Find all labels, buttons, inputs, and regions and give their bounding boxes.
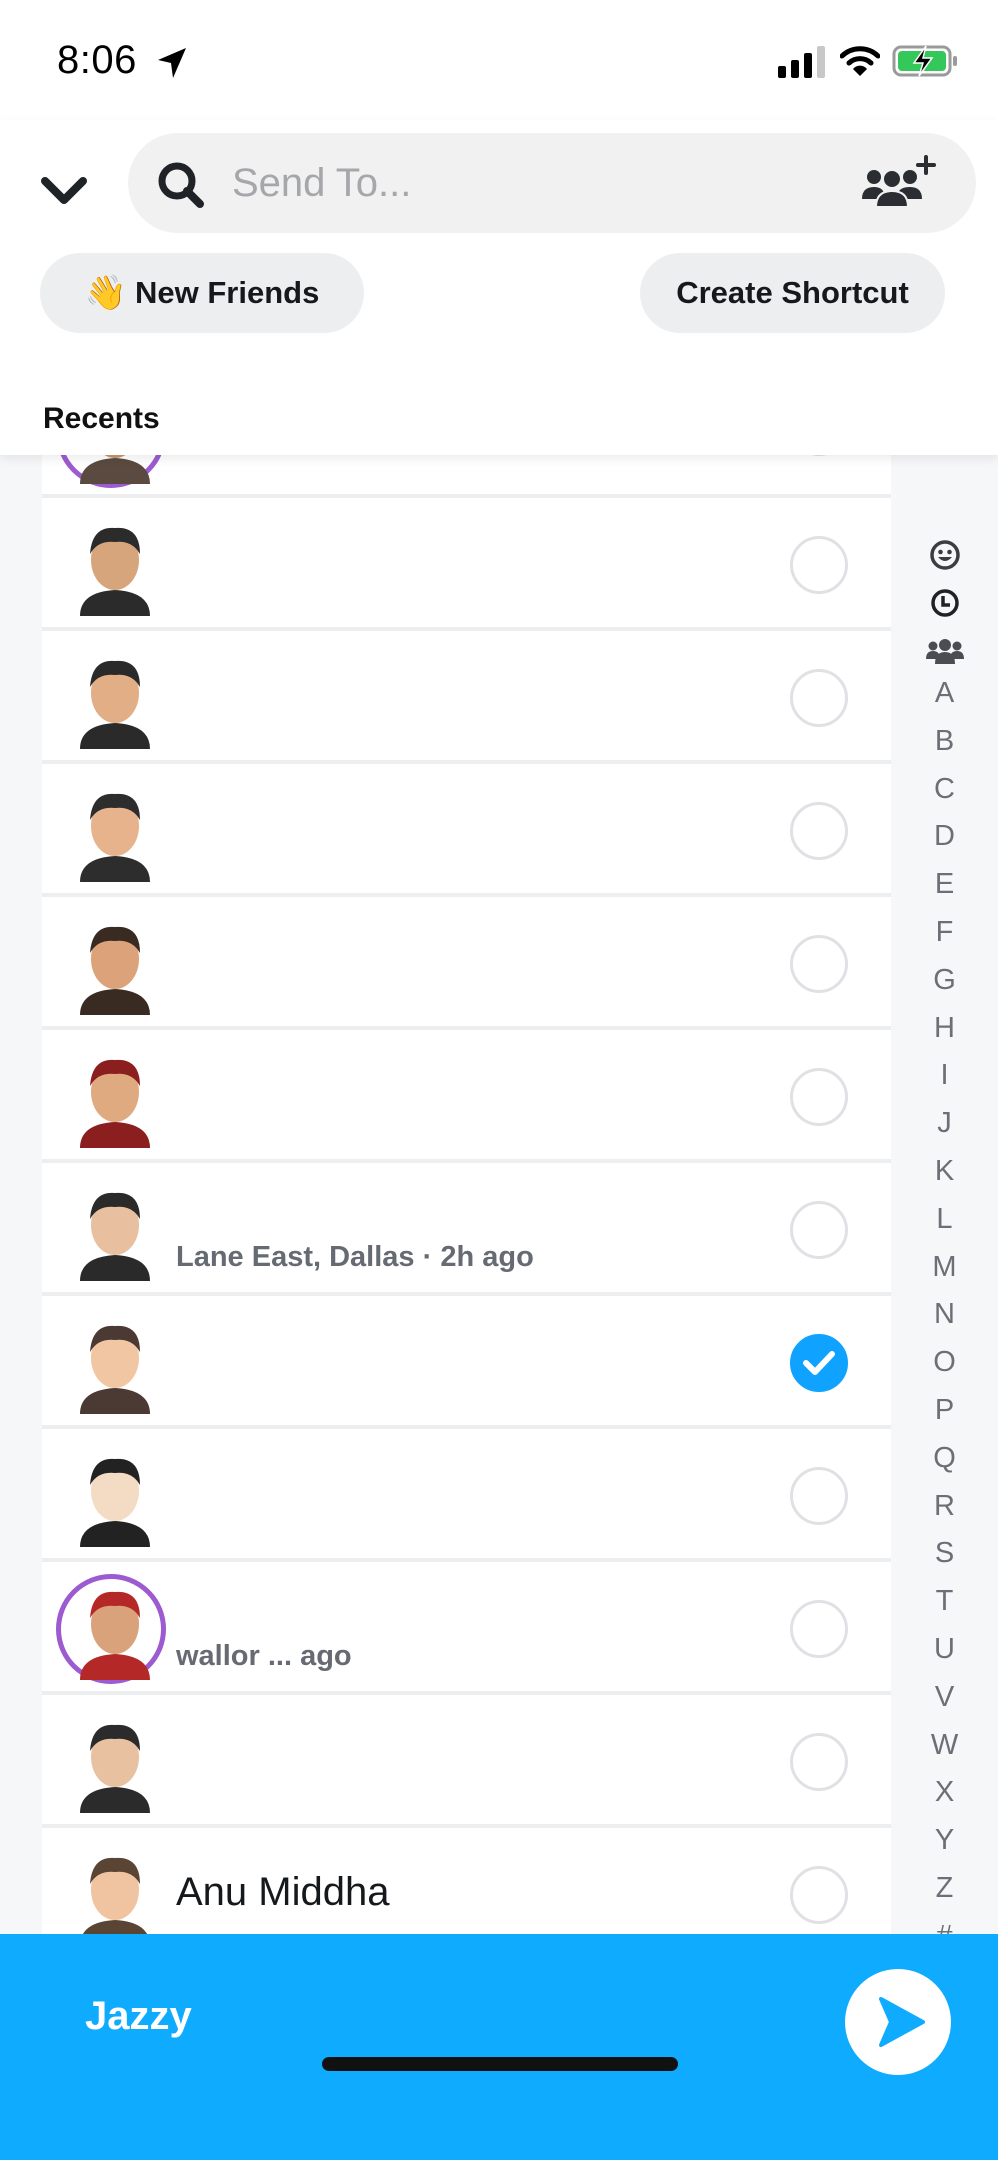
search-icon xyxy=(158,162,204,208)
contact-list: Lane East, Dallas · 2h ago wallor ... ago… xyxy=(42,378,891,1961)
contact-row[interactable]: Lane East, Dallas · 2h ago xyxy=(42,1163,891,1296)
create-shortcut-button[interactable]: Create Shortcut xyxy=(640,253,945,333)
bitmoji-avatar xyxy=(80,1059,150,1148)
bitmoji-avatar xyxy=(80,1724,150,1813)
location-arrow-icon xyxy=(158,48,186,78)
contact-row[interactable] xyxy=(42,1296,891,1429)
select-checkbox[interactable] xyxy=(790,1467,848,1525)
bitmoji-avatar xyxy=(80,527,150,616)
new-friends-button[interactable]: 👋 New Friends xyxy=(40,253,364,333)
search-input[interactable] xyxy=(232,151,832,215)
index-letter[interactable]: D xyxy=(891,820,998,853)
contact-row[interactable] xyxy=(42,897,891,1030)
index-letter[interactable]: Y xyxy=(891,1824,998,1857)
bitmoji-avatar xyxy=(80,1857,150,1946)
bitmoji-avatar xyxy=(80,1325,150,1414)
index-letter[interactable]: V xyxy=(891,1681,998,1714)
index-letter[interactable]: X xyxy=(891,1776,998,1809)
collapse-button[interactable] xyxy=(38,165,90,217)
create-shortcut-label: Create Shortcut xyxy=(676,275,909,310)
select-checkbox[interactable] xyxy=(790,1068,848,1126)
select-checkbox[interactable] xyxy=(790,1201,848,1259)
bitmoji-avatar xyxy=(80,1591,150,1680)
checkmark-icon xyxy=(803,1351,835,1375)
status-bar: 8:06 xyxy=(0,0,998,120)
select-checkbox[interactable] xyxy=(790,935,848,993)
bitmoji-avatar xyxy=(80,926,150,1015)
contact-row[interactable] xyxy=(42,764,891,897)
chevron-down-icon xyxy=(41,177,87,204)
index-letter[interactable]: E xyxy=(891,868,998,901)
contact-row[interactable] xyxy=(42,631,891,764)
index-letter[interactable]: B xyxy=(891,725,998,758)
contact-subtitle: Lane East, Dallas · 2h ago xyxy=(176,1241,534,1273)
search-bar[interactable] xyxy=(128,133,976,233)
select-checkbox[interactable] xyxy=(790,1600,848,1658)
index-letter[interactable]: I xyxy=(891,1059,998,1092)
groups-icon[interactable] xyxy=(925,635,965,667)
index-letter[interactable]: P xyxy=(891,1394,998,1427)
cellular-signal-icon xyxy=(778,46,825,78)
index-letter[interactable]: C xyxy=(891,773,998,806)
select-checkbox[interactable] xyxy=(790,802,848,860)
contact-row[interactable] xyxy=(42,1695,891,1828)
clock-icon[interactable] xyxy=(929,587,961,619)
index-letter[interactable]: N xyxy=(891,1298,998,1331)
bitmoji-avatar xyxy=(80,1458,150,1547)
wifi-icon xyxy=(840,46,880,76)
bitmoji-avatar xyxy=(80,1192,150,1281)
waving-hand-icon: 👋 xyxy=(84,274,127,312)
index-letter[interactable]: R xyxy=(891,1490,998,1523)
selected-recipients: Jazzy xyxy=(85,1994,192,2038)
select-checkbox[interactable] xyxy=(790,1866,848,1924)
alphabet-index[interactable]: ABCDEFGHIJKLMNOPQRSTUVWXYZ# xyxy=(891,455,998,1952)
header: 👋 New Friends Create Shortcut Recents xyxy=(0,120,998,455)
index-letter[interactable]: M xyxy=(891,1251,998,1284)
select-checkbox[interactable] xyxy=(790,669,848,727)
index-letter[interactable]: Z xyxy=(891,1872,998,1905)
index-letter[interactable]: U xyxy=(891,1633,998,1666)
contact-row[interactable] xyxy=(42,1429,891,1562)
index-letter[interactable]: Q xyxy=(891,1442,998,1475)
index-letter[interactable]: G xyxy=(891,964,998,997)
home-indicator xyxy=(322,2057,678,2071)
add-group-icon[interactable] xyxy=(860,155,938,213)
bitmoji-avatar xyxy=(80,660,150,749)
index-letter[interactable]: K xyxy=(891,1155,998,1188)
index-letter[interactable]: H xyxy=(891,1012,998,1045)
contact-subtitle: wallor ... ago xyxy=(176,1640,352,1672)
index-letter[interactable]: T xyxy=(891,1585,998,1618)
index-letter[interactable]: J xyxy=(891,1107,998,1140)
section-title-recents: Recents xyxy=(43,402,160,435)
selected-checkbox[interactable] xyxy=(790,1334,848,1392)
contact-row[interactable] xyxy=(42,1030,891,1163)
send-button[interactable] xyxy=(845,1969,951,2075)
select-checkbox[interactable] xyxy=(790,1733,848,1791)
index-letter[interactable]: W xyxy=(891,1729,998,1762)
contact-name: Anu Middha xyxy=(176,1870,390,1914)
index-letter[interactable]: O xyxy=(891,1346,998,1379)
smiley-icon[interactable] xyxy=(929,539,961,571)
status-time: 8:06 xyxy=(57,38,137,82)
contact-row[interactable]: wallor ... ago xyxy=(42,1562,891,1695)
index-letter[interactable]: F xyxy=(891,916,998,949)
index-letter[interactable]: L xyxy=(891,1203,998,1236)
battery-charging-icon xyxy=(892,45,957,77)
send-bar: Jazzy xyxy=(0,1934,998,2160)
new-friends-label: New Friends xyxy=(135,275,320,310)
contact-row[interactable] xyxy=(42,498,891,631)
bitmoji-avatar xyxy=(80,793,150,882)
index-letter[interactable]: A xyxy=(891,677,998,710)
index-letter[interactable]: S xyxy=(891,1537,998,1570)
send-to-screen: 8:06 Send To... 👋 New Friends Create Sho… xyxy=(0,0,998,2160)
select-checkbox[interactable] xyxy=(790,536,848,594)
send-arrow-icon xyxy=(879,1997,925,2047)
